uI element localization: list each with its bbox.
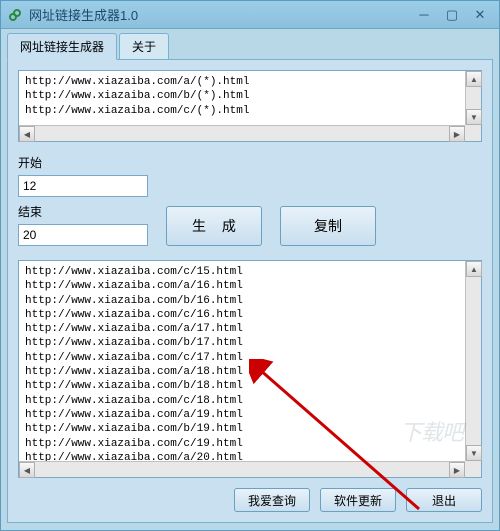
scroll-right-icon[interactable]: ▶ <box>449 126 465 142</box>
scroll-right-icon[interactable]: ▶ <box>449 462 465 478</box>
minimize-button[interactable]: ─ <box>411 6 437 24</box>
results-scrollbar-vertical[interactable]: ▲ ▼ <box>465 261 481 461</box>
template-input-wrap: ▲ ▼ ◀ ▶ <box>18 70 482 142</box>
scroll-left-icon[interactable]: ◀ <box>19 126 35 142</box>
close-button[interactable]: ✕ <box>467 6 493 24</box>
update-button[interactable]: 软件更新 <box>320 488 396 512</box>
bottom-button-row: 我爱查询 软件更新 退出 <box>18 486 482 512</box>
window-title: 网址链接生成器1.0 <box>29 5 411 24</box>
tab-about[interactable]: 关于 <box>119 33 169 60</box>
scroll-corner <box>465 461 481 477</box>
template-input[interactable] <box>19 71 481 127</box>
scroll-down-icon[interactable]: ▼ <box>466 445 482 461</box>
maximize-button[interactable]: ▢ <box>439 6 465 24</box>
end-label: 结束 <box>18 203 148 220</box>
controls-row: 开始 结束 生 成 复制 <box>18 150 482 252</box>
scrollbar-horizontal[interactable]: ◀ ▶ <box>19 125 465 141</box>
start-input[interactable] <box>18 175 148 197</box>
results-scrollbar-horizontal[interactable]: ◀ ▶ <box>19 461 465 477</box>
scroll-up-icon[interactable]: ▲ <box>466 261 482 277</box>
scroll-corner <box>465 125 481 141</box>
scrollbar-vertical[interactable]: ▲ ▼ <box>465 71 481 125</box>
scroll-up-icon[interactable]: ▲ <box>466 71 482 87</box>
tab-bar: 网址链接生成器 关于 <box>1 29 499 60</box>
app-icon <box>7 7 23 23</box>
results-wrap: ▲ ▼ ◀ ▶ 下载吧 <box>18 260 482 478</box>
scroll-down-icon[interactable]: ▼ <box>466 109 482 125</box>
start-label: 开始 <box>18 154 148 171</box>
query-button[interactable]: 我爱查询 <box>234 488 310 512</box>
scroll-left-icon[interactable]: ◀ <box>19 462 35 478</box>
exit-button[interactable]: 退出 <box>406 488 482 512</box>
tab-generator[interactable]: 网址链接生成器 <box>7 33 117 60</box>
tab-content: ▲ ▼ ◀ ▶ 开始 结束 生 成 复制 <box>7 59 493 523</box>
results-output[interactable] <box>19 261 481 477</box>
app-window: 网址链接生成器1.0 ─ ▢ ✕ 网址链接生成器 关于 ▲ ▼ ◀ ▶ <box>0 0 500 531</box>
end-input[interactable] <box>18 224 148 246</box>
generate-button[interactable]: 生 成 <box>166 206 262 246</box>
copy-button[interactable]: 复制 <box>280 206 376 246</box>
titlebar[interactable]: 网址链接生成器1.0 ─ ▢ ✕ <box>1 1 499 29</box>
